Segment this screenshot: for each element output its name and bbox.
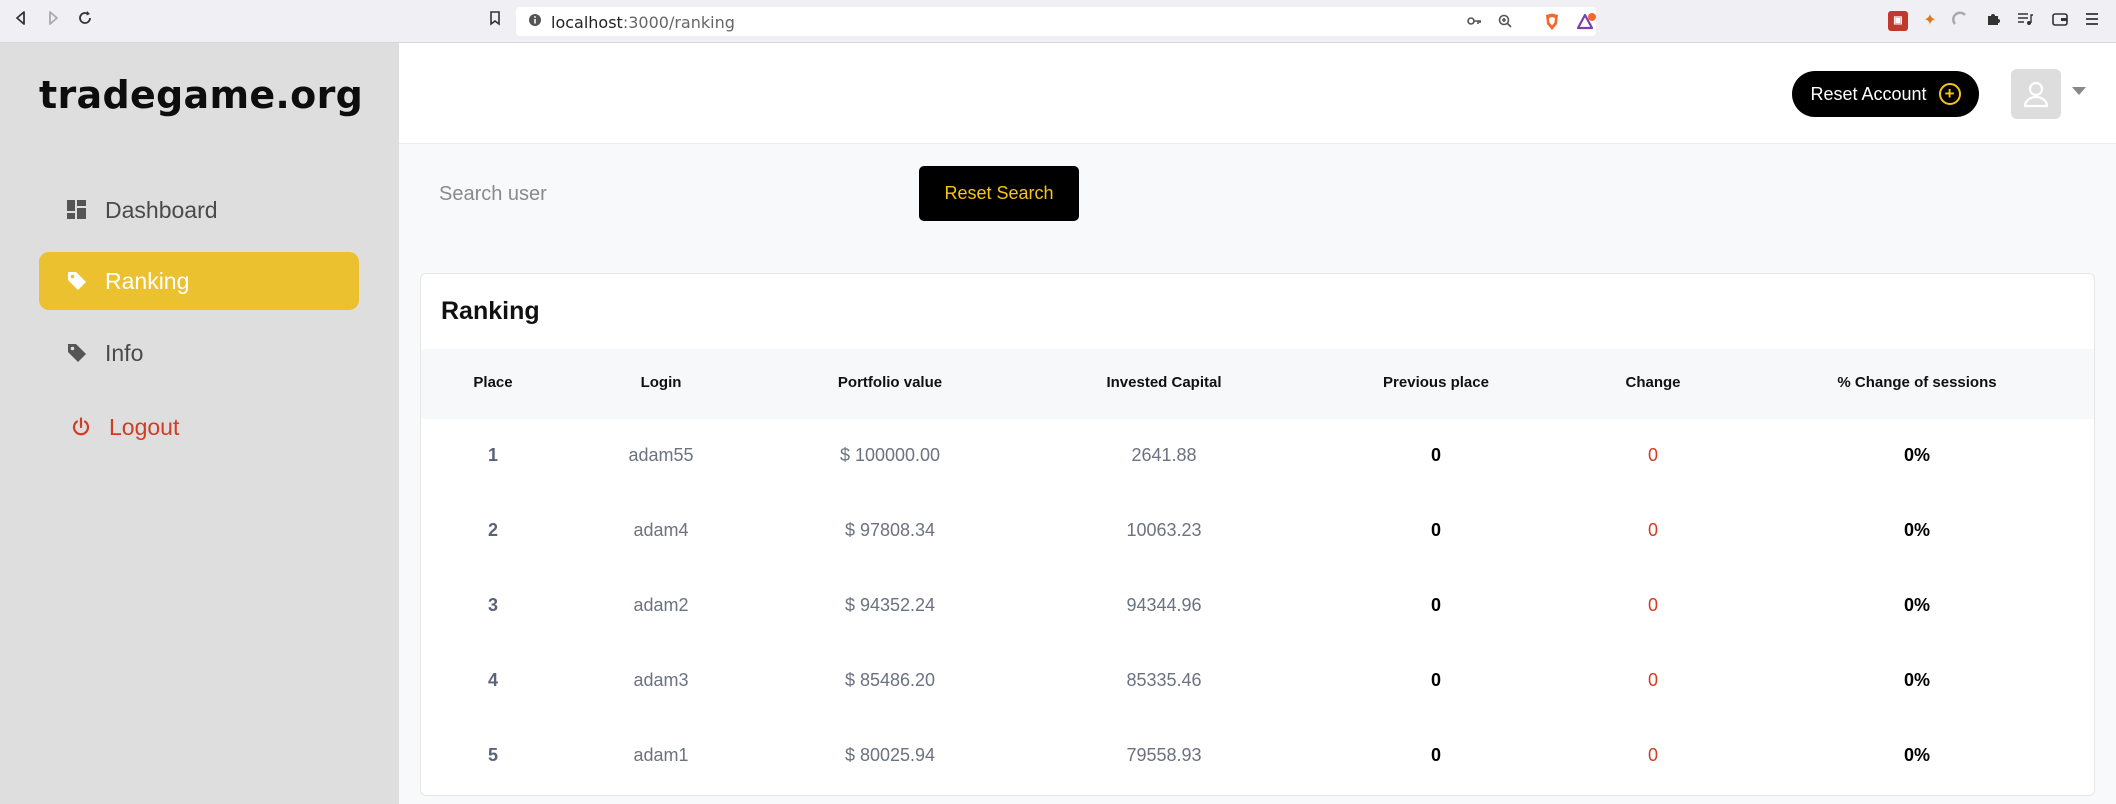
cell-login: adam55 [628, 445, 694, 465]
key-icon[interactable] [1465, 13, 1483, 34]
back-icon[interactable] [10, 10, 32, 32]
plus-circle-icon: + [1938, 83, 1961, 105]
reset-search-button[interactable]: Reset Search [919, 166, 1079, 221]
chevron-down-icon[interactable] [2072, 87, 2086, 95]
cell-place: 4 [487, 670, 499, 690]
cell-login: adam4 [633, 520, 689, 540]
avatar[interactable] [2011, 69, 2061, 119]
reload-icon[interactable] [74, 10, 96, 32]
cell-portfolio-value: $ 80025.94 [844, 745, 936, 765]
tag-icon [65, 341, 89, 365]
cell-place: 3 [487, 595, 499, 615]
column-header-place[interactable]: Place [473, 374, 512, 391]
cell-previous-place: 0 [1430, 595, 1442, 615]
cell-pct-change: 0% [1903, 445, 1931, 465]
cell-pct-change: 0% [1903, 595, 1931, 615]
menu-icon[interactable] [2082, 11, 2102, 31]
url-text: localhost:3000/ranking [551, 13, 735, 32]
column-header-portfolio-value[interactable]: Portfolio value [838, 374, 942, 391]
sidebar-item-ranking[interactable]: Ranking [39, 252, 359, 310]
reset-search-label: Reset Search [944, 183, 1054, 203]
table-row[interactable]: 3 adam2 $ 94352.24 94344.96 0 0 0% [421, 569, 2094, 644]
extensions-puzzle-icon[interactable] [1983, 11, 2003, 31]
table-row[interactable]: 1 adam55 $ 100000.00 2641.88 0 0 0% [421, 419, 2094, 494]
cell-invested-capital: 94344.96 [1126, 595, 1202, 615]
cell-login: adam3 [633, 670, 689, 690]
column-header-pct-change[interactable]: % Change of sessions [1837, 374, 1996, 391]
media-list-icon[interactable] [2015, 11, 2035, 31]
cell-previous-place: 0 [1430, 520, 1442, 540]
browser-toolbar: localhost:3000/ranking ▣ ✦ [0, 0, 2116, 43]
column-header-change[interactable]: Change [1625, 374, 1680, 391]
zoom-icon[interactable] [1496, 13, 1514, 34]
cell-portfolio-value: $ 100000.00 [839, 445, 941, 465]
metamask-icon[interactable]: ✦ [1920, 11, 1940, 31]
sidebar-item-logout[interactable]: Logout [39, 398, 359, 456]
brave-shield-icon[interactable] [1543, 13, 1561, 36]
top-header: Reset Account + [399, 43, 2116, 144]
cell-portfolio-value: $ 94352.24 [844, 595, 936, 615]
cell-login: adam1 [633, 745, 689, 765]
table-header: Place Login Portfolio value Invested Cap… [421, 349, 2094, 419]
cell-invested-capital: 2641.88 [1131, 445, 1197, 465]
reset-account-button[interactable]: Reset Account + [1792, 71, 1979, 117]
cell-pct-change: 0% [1903, 520, 1931, 540]
sidebar-item-info[interactable]: Info [39, 324, 359, 382]
cell-pct-change: 0% [1903, 745, 1931, 765]
cell-place: 5 [487, 745, 499, 765]
cell-pct-change: 0% [1903, 670, 1931, 690]
forward-icon[interactable] [42, 10, 64, 32]
tag-icon [65, 269, 89, 293]
cell-portfolio-value: $ 97808.34 [844, 520, 936, 540]
sidebar-item-label: Ranking [105, 267, 190, 294]
column-header-invested-capital[interactable]: Invested Capital [1106, 374, 1221, 391]
cell-previous-place: 0 [1430, 445, 1442, 465]
cell-invested-capital: 85335.46 [1126, 670, 1202, 690]
wallet-icon[interactable] [2050, 11, 2070, 31]
power-icon [69, 415, 93, 439]
column-header-login[interactable]: Login [641, 374, 682, 391]
cell-portfolio-value: $ 85486.20 [844, 670, 936, 690]
cell-previous-place: 0 [1430, 745, 1442, 765]
cell-previous-place: 0 [1430, 670, 1442, 690]
brand-logo[interactable]: tradegame.org [39, 73, 363, 117]
sidebar-item-label: Logout [109, 413, 180, 440]
brave-rewards-icon[interactable] [1576, 13, 1596, 36]
search-input[interactable] [423, 168, 903, 220]
extension-ring-icon[interactable] [1950, 11, 1970, 31]
sidebar: tradegame.org Dashboard Ranking Info Log… [0, 43, 399, 804]
cell-invested-capital: 79558.93 [1126, 745, 1202, 765]
card-title: Ranking [441, 297, 540, 325]
cell-change: 0 [1647, 745, 1659, 765]
bookmark-icon[interactable] [484, 10, 506, 32]
extension-badge-icon[interactable]: ▣ [1888, 11, 1908, 31]
cell-invested-capital: 10063.23 [1126, 520, 1202, 540]
sidebar-item-label: Dashboard [105, 196, 218, 223]
cell-login: adam2 [633, 595, 689, 615]
sidebar-item-dashboard[interactable]: Dashboard [39, 181, 359, 239]
user-icon [2023, 81, 2049, 108]
cell-place: 1 [487, 445, 499, 465]
cell-place: 2 [487, 520, 499, 540]
column-header-previous-place[interactable]: Previous place [1383, 374, 1489, 391]
ranking-card: Ranking Place Login Portfolio value Inve… [420, 273, 2095, 796]
cell-change: 0 [1647, 520, 1659, 540]
url-path: :3000/ranking [622, 13, 735, 32]
table-row[interactable]: 4 adam3 $ 85486.20 85335.46 0 0 0% [421, 644, 2094, 719]
cell-change: 0 [1647, 670, 1659, 690]
cell-change: 0 [1647, 445, 1659, 465]
url-host: localhost [551, 13, 623, 32]
reset-account-label: Reset Account [1810, 83, 1927, 104]
site-info-icon[interactable] [526, 13, 544, 32]
address-bar[interactable]: localhost:3000/ranking [516, 7, 1596, 36]
cell-change: 0 [1647, 595, 1659, 615]
sidebar-item-label: Info [105, 339, 144, 366]
table-row[interactable]: 2 adam4 $ 97808.34 10063.23 0 0 0% [421, 494, 2094, 569]
table-row[interactable]: 5 adam1 $ 80025.94 79558.93 0 0 0% [421, 719, 2094, 794]
dashboard-icon [65, 198, 89, 222]
